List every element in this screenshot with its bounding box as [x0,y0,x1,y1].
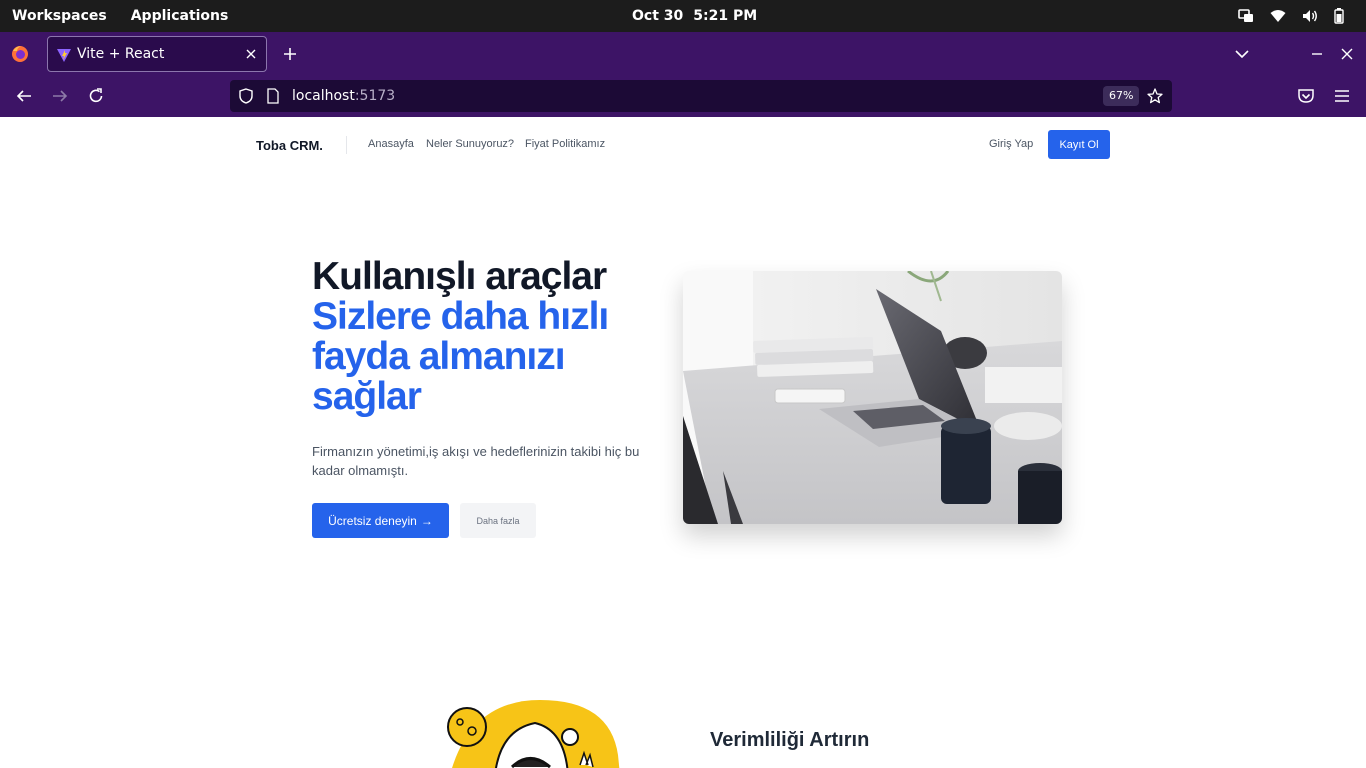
site-brand-logo[interactable]: Toba CRM. [256,138,323,153]
new-tab-icon[interactable] [282,46,298,62]
shield-icon[interactable] [238,88,254,104]
pocket-icon[interactable] [1297,87,1315,105]
display-icon[interactable] [1238,9,1254,23]
brand-divider [346,136,347,154]
battery-icon[interactable] [1334,8,1344,24]
tab-title: Vite + React [77,46,165,62]
hero-laptop-photo [683,271,1062,524]
applications-menu[interactable]: Applications [131,8,229,24]
vite-icon [57,49,71,62]
nav-link-offerings[interactable]: Neler Sunuyoruz? [426,138,514,150]
back-arrow-icon[interactable] [15,87,33,105]
arrow-right-icon: → [420,513,433,528]
learn-more-button[interactable]: Daha fazla [460,503,536,538]
nav-link-home[interactable]: Anasayfa [368,138,414,150]
url-text[interactable]: localhost:5173 [292,88,395,104]
url-port: :5173 [354,88,396,104]
forward-arrow-icon[interactable] [51,87,69,105]
os-top-bar: Workspaces Applications Oct 30 5:21 PM [0,0,1366,32]
feature-title: Verimliliği Artırın [710,729,870,751]
close-tab-icon[interactable] [244,47,258,61]
workspaces-menu[interactable]: Workspaces [12,8,107,24]
list-tabs-chevron-icon[interactable] [1234,46,1250,62]
browser-tab-active[interactable]: Vite + React [47,36,267,72]
try-free-button[interactable]: Ücretsiz deneyin → [312,503,449,538]
feature-text-cropped [710,762,970,768]
wifi-icon[interactable] [1270,9,1286,23]
firefox-icon[interactable] [11,45,29,63]
hero-description: Firmanızın yönetimi,iş akışı ve hedefler… [312,444,640,478]
minimize-icon[interactable] [1309,46,1325,62]
url-host: localhost [292,88,355,104]
astronaut-illustration [447,700,620,768]
clock[interactable]: Oct 30 5:21 PM [632,0,757,32]
hero-title-line-1: Kullanışlı araçlar [312,255,607,298]
hero-title: Kullanışlı araçlar Sizlere daha hızlı fa… [312,255,609,418]
signup-button[interactable]: Kayıt Ol [1048,130,1110,159]
hero-title-line-4: sağlar [312,375,422,418]
url-bar[interactable]: localhost:5173 67% [230,80,1172,112]
reload-icon[interactable] [87,87,105,105]
clock-date: Oct 30 [632,8,684,24]
page-info-icon[interactable] [266,88,280,104]
clock-time: 5:21 PM [693,8,758,24]
login-link[interactable]: Giriş Yap [989,138,1033,150]
close-window-icon[interactable] [1339,46,1355,62]
hamburger-menu-icon[interactable] [1333,87,1351,105]
zoom-level-badge[interactable]: 67% [1103,86,1140,106]
volume-icon[interactable] [1302,9,1318,23]
bookmark-star-icon[interactable] [1147,88,1163,104]
nav-link-pricing[interactable]: Fiyat Politikamız [525,138,605,150]
hero-title-line-2: Sizlere daha hızlı [312,295,609,338]
try-free-label: Ücretsiz deneyin [328,513,417,528]
hero-title-line-3: fayda almanızı [312,335,566,378]
web-page: Toba CRM. Anasayfa Neler Sunuyoruz? Fiya… [0,117,1366,768]
